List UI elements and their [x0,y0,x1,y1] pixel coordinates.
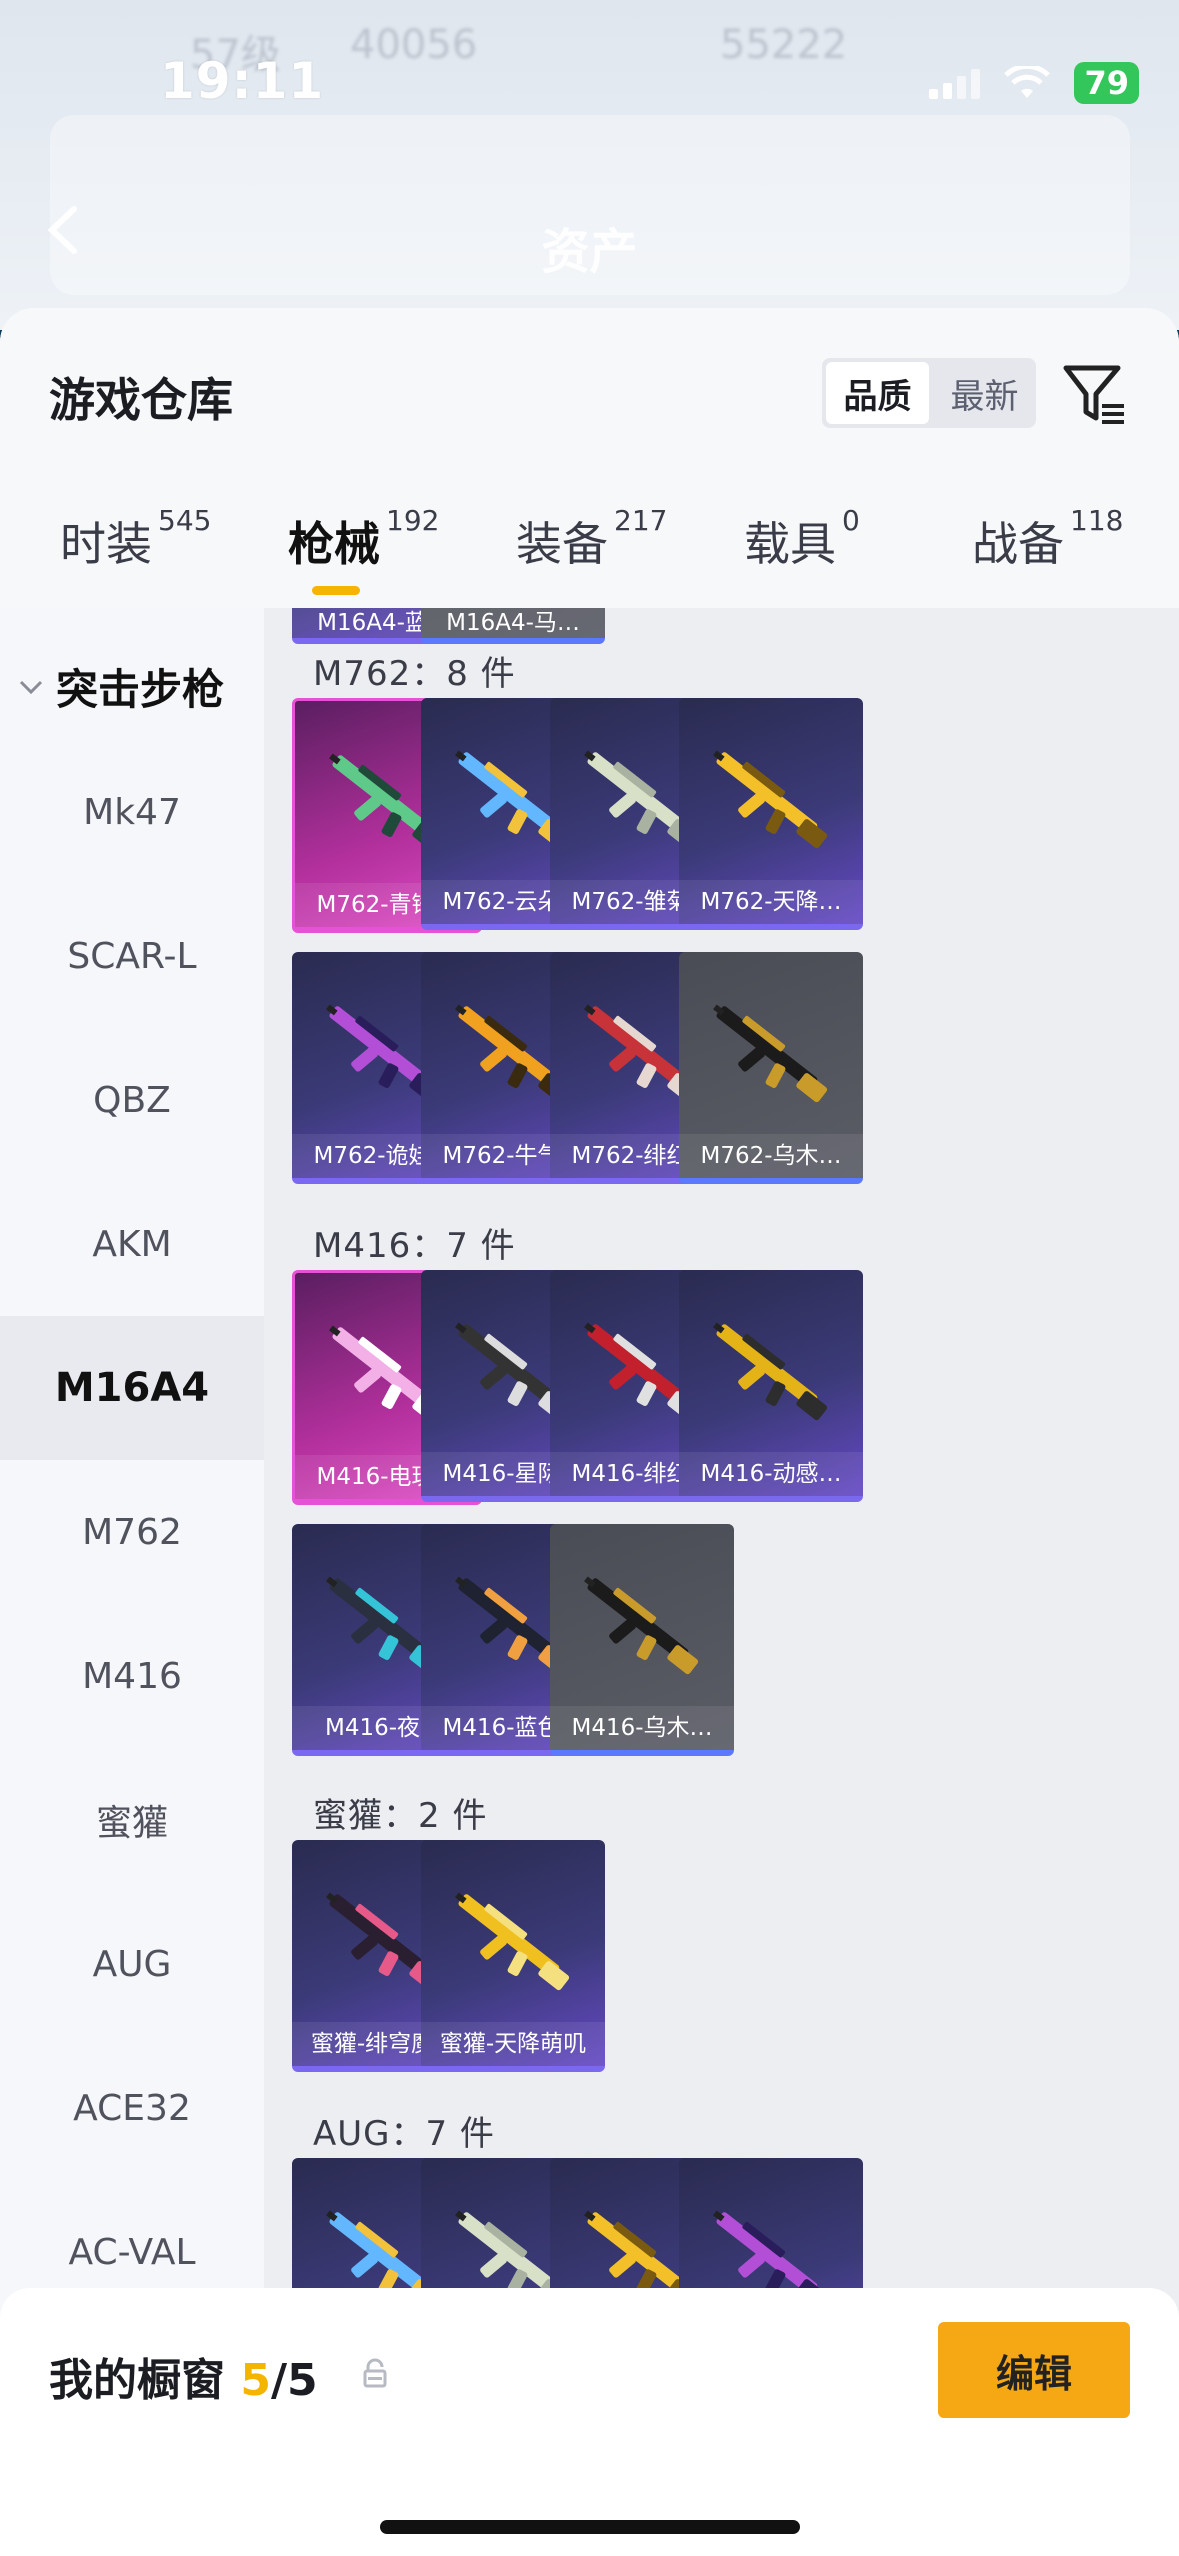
sidebar-item[interactable]: M416 [0,1604,264,1748]
section-title: M762：8 件 [313,654,516,694]
sidebar-item[interactable]: AUG [0,1892,264,2036]
showcase-title: 我的橱窗 5/5 [49,2344,318,2408]
weapon-card[interactable]: M16A4-马… [421,608,605,644]
tab-guns[interactable]: 枪械 192 [288,504,439,574]
tab-count: 118 [1070,504,1124,537]
sidebar-item[interactable]: 蜜獾 [0,1748,264,1892]
weapon-card[interactable]: M416-乌木… [550,1524,734,1756]
section-title: M416：7 件 [313,1226,516,1266]
showcase-total: /5 [270,2355,318,2406]
weapon-card[interactable]: M762-乌木… [679,952,863,1184]
weapon-name: M416-动感… [679,1452,863,1496]
sidebar-item[interactable]: AKM [0,1172,264,1316]
home-indicator [380,2520,800,2534]
tab-count: 192 [386,504,440,537]
sidebar-item[interactable]: M762 [0,1460,264,1604]
category-tabs: 时装 545 枪械 192 装备 217 载具 0 战备 118 [0,504,1179,608]
tab-equipment[interactable]: 装备 217 [516,504,667,574]
sidebar-item[interactable]: ACE32 [0,2036,264,2180]
category-group-label: 突击步枪 [56,665,225,714]
weapon-type-sidebar: 突击步枪 Mk47 SCAR-L QBZ AKM M16A4 M762 M416 蜜獾 AUG A… [0,608,264,2556]
tab-vehicles[interactable]: 载具 0 [744,504,860,574]
active-tab-indicator [312,586,360,595]
tab-count: 217 [614,504,668,537]
warehouse-sheet: 游戏仓库 品质 最新 时装 545 枪械 192 装备 217 载具 0 战备 118 突… [0,308,1179,2556]
weapon-skin-image [455,1892,570,1991]
weapon-name: 蜜獾-天降萌叽 [421,2022,605,2066]
sidebar-item[interactable]: Mk47 [0,740,264,884]
weapon-grid: M16A4-蓝…M16A4-马…M762：8 件5级M762-青锋…M762-云… [264,608,1179,2556]
weapon-card[interactable]: M762-天降… [679,698,863,930]
signal-icon [929,67,981,99]
edit-button[interactable]: 编辑 [938,2322,1130,2418]
tab-count: 545 [158,504,212,537]
weapon-name: M762-乌木… [679,1134,863,1178]
wifi-icon [1004,66,1051,98]
weapon-name: M416-乌木… [550,1706,734,1750]
tab-label: 枪械 [288,517,380,571]
chevron-down-icon [19,680,43,694]
weapon-card[interactable]: 蜜獾-天降萌叽 [421,1840,605,2072]
tab-label: 战备 [972,517,1064,571]
weapon-card[interactable]: M416-动感… [679,1270,863,1502]
category-group-header[interactable]: 突击步枪 [18,656,224,717]
tab-label: 装备 [516,517,608,571]
tab-label: 时装 [60,517,152,571]
warehouse-title: 游戏仓库 [49,373,233,427]
weapon-name: M16A4-马… [421,608,605,638]
weapon-name: M762-天降… [679,880,863,924]
showcase-label: 我的橱窗 [49,2355,225,2406]
filter-icon[interactable] [1060,360,1130,430]
battery-indicator: 79 [1074,62,1139,104]
sidebar-item[interactable]: M16A4 [0,1316,264,1460]
tab-outfits[interactable]: 时装 545 [60,504,211,574]
sort-by-quality-button[interactable]: 品质 [826,362,929,424]
lock-icon [363,2358,387,2388]
sort-by-latest-button[interactable]: 最新 [933,358,1036,428]
weapon-skin-image [713,1004,828,1103]
sheet-header: 游戏仓库 品质 最新 时装 545 枪械 192 装备 217 载具 0 战备 118 [0,308,1179,608]
sidebar-item[interactable]: SCAR-L [0,884,264,1028]
bg-count-a: 40056 [350,22,478,68]
tab-gear[interactable]: 战备 118 [972,504,1123,574]
weapon-skin-image [584,1576,699,1675]
sidebar-item[interactable]: QBZ [0,1028,264,1172]
weapon-skin-image [713,1322,828,1421]
page-title: 资产 [541,224,638,280]
tab-count: 0 [842,504,860,537]
weapon-skin-image [713,750,828,849]
bg-count-b: 55222 [720,22,848,68]
status-indicators: 79 [929,62,1139,104]
status-time: 19:11 [160,52,325,110]
showcase-bar: 我的橱窗 5/5 编辑 [0,2288,1179,2556]
background-page: 57级 40056 55222 19:11 79 资产 [0,0,1179,330]
sort-toggle: 品质 最新 [822,358,1036,428]
section-title: 蜜獾：2 件 [313,1796,488,1836]
tab-label: 载具 [744,517,836,571]
section-title: AUG：7 件 [313,2114,495,2154]
showcase-count: 5 [240,2355,271,2406]
